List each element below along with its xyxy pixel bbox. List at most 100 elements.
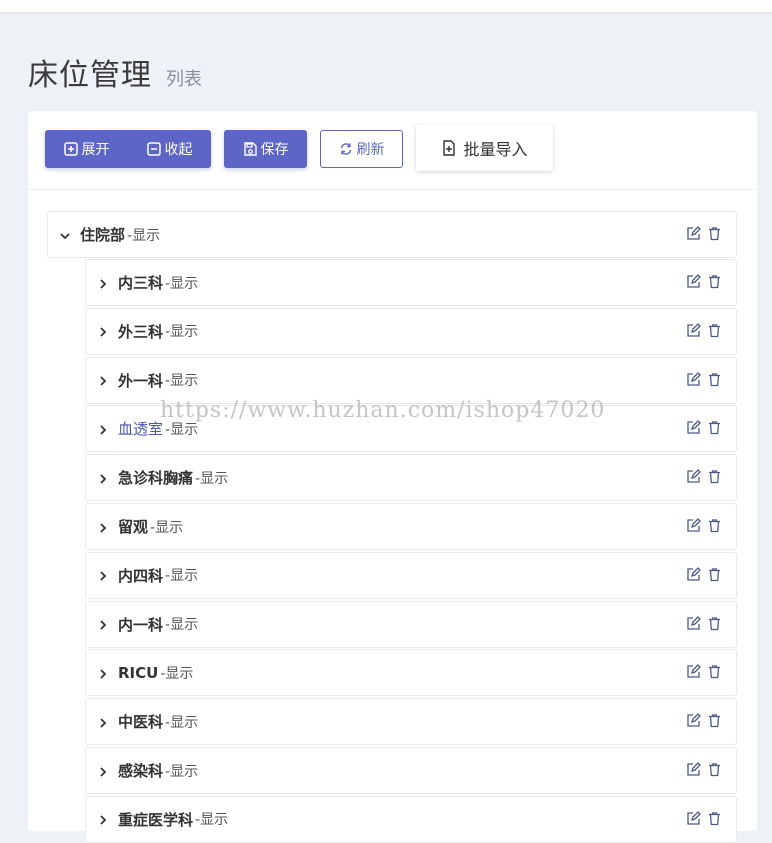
node-actions xyxy=(686,371,722,387)
tree-node-name: 外三科 xyxy=(118,322,164,341)
tree-node-child[interactable]: 外三科 -显示 xyxy=(85,307,737,355)
tree-node-root[interactable]: 住院部 -显示 xyxy=(47,211,737,258)
expand-collapse-group: 展开 收起 xyxy=(45,130,211,168)
toolbar: 展开 收起 保存 刷新 批量导入 xyxy=(28,111,757,190)
edit-icon[interactable] xyxy=(686,322,701,338)
tree-node-status: -显示 xyxy=(165,324,199,341)
tree-node-child[interactable]: 感染科 -显示 xyxy=(85,747,737,794)
chevron-right-icon[interactable] xyxy=(96,422,110,436)
delete-icon[interactable] xyxy=(707,664,722,679)
chevron-right-icon[interactable] xyxy=(96,666,110,680)
node-actions xyxy=(686,615,722,631)
page-header: 床位管理 列表 xyxy=(28,50,202,94)
tree-node-status: -显示 xyxy=(195,470,229,487)
chevron-right-icon[interactable] xyxy=(96,568,110,582)
node-actions xyxy=(686,566,722,582)
tree-node-child[interactable]: 内三科 -显示 xyxy=(85,259,737,306)
delete-icon[interactable] xyxy=(707,226,722,241)
tree-node-status: -显示 xyxy=(165,373,199,390)
chevron-right-icon[interactable] xyxy=(96,471,110,485)
delete-icon[interactable] xyxy=(707,420,722,435)
collapse-label: 收起 xyxy=(164,142,193,158)
tree-node-status: -显示 xyxy=(165,617,199,634)
chevron-right-icon[interactable] xyxy=(96,324,110,338)
node-actions xyxy=(686,322,722,338)
node-actions xyxy=(686,664,722,679)
node-actions xyxy=(686,226,722,241)
edit-icon[interactable] xyxy=(686,615,701,631)
tree-node-name: 中医科 xyxy=(118,713,164,732)
edit-icon[interactable] xyxy=(686,226,701,241)
tree-node-name: 内一科 xyxy=(118,615,164,634)
delete-icon[interactable] xyxy=(707,323,722,338)
chevron-right-icon[interactable] xyxy=(96,617,110,631)
edit-icon[interactable] xyxy=(686,566,701,582)
tree-node-child[interactable]: 留观 -显示 xyxy=(85,503,737,550)
edit-icon[interactable] xyxy=(686,810,701,826)
tree-node-name: 内四科 xyxy=(118,566,164,585)
edit-icon[interactable] xyxy=(686,713,701,728)
delete-icon[interactable] xyxy=(707,762,722,777)
tree-node-status: -显示 xyxy=(165,421,199,438)
tree-node-child[interactable]: 急诊科胸痛 -显示 xyxy=(85,454,737,502)
refresh-icon xyxy=(339,142,353,156)
node-actions xyxy=(686,274,722,289)
edit-icon[interactable] xyxy=(686,518,701,533)
node-actions xyxy=(686,713,722,728)
chevron-right-icon[interactable] xyxy=(96,373,110,387)
delete-icon[interactable] xyxy=(707,274,722,289)
delete-icon[interactable] xyxy=(707,518,722,533)
tree-node-child[interactable]: 内四科 -显示 xyxy=(85,551,737,599)
chevron-right-icon[interactable] xyxy=(96,715,110,729)
delete-icon[interactable] xyxy=(707,469,722,484)
edit-icon[interactable] xyxy=(686,420,701,435)
delete-icon[interactable] xyxy=(707,713,722,728)
edit-icon[interactable] xyxy=(686,274,701,289)
chevron-right-icon[interactable] xyxy=(96,520,110,534)
chevron-right-icon[interactable] xyxy=(96,764,110,778)
tree-node-status: -显示 xyxy=(150,519,184,536)
node-actions xyxy=(686,469,722,484)
node-actions xyxy=(686,810,722,826)
batch-import-button[interactable]: 批量导入 xyxy=(416,125,553,171)
floppy-icon xyxy=(243,142,257,156)
expand-button[interactable]: 展开 xyxy=(45,130,128,168)
tree-node-child[interactable]: 血透室 -显示 xyxy=(85,405,737,453)
delete-icon[interactable] xyxy=(707,616,722,631)
edit-icon[interactable] xyxy=(686,469,701,484)
edit-icon[interactable] xyxy=(686,762,701,777)
save-button[interactable]: 保存 xyxy=(224,130,307,168)
expand-label: 展开 xyxy=(81,142,110,158)
tree-node-name: 内三科 xyxy=(118,274,164,292)
tree-node-name: 急诊科胸痛 xyxy=(118,469,194,488)
tree-node-child[interactable]: 内一科 -显示 xyxy=(85,600,737,648)
tree-node-name: 血透室 xyxy=(118,420,164,439)
delete-icon[interactable] xyxy=(707,811,722,826)
minus-square-icon xyxy=(146,142,161,156)
chevron-right-icon[interactable] xyxy=(96,812,110,826)
collapse-button[interactable]: 收起 xyxy=(128,130,211,168)
node-actions xyxy=(686,420,722,435)
tree-node-status: -显示 xyxy=(160,665,194,682)
tree-node-child[interactable]: 外一科 -显示 xyxy=(85,356,737,404)
edit-icon[interactable] xyxy=(686,664,701,679)
refresh-button[interactable]: 刷新 xyxy=(320,130,403,168)
page-title: 床位管理 xyxy=(28,58,152,93)
tree-node-name: RICU xyxy=(118,663,159,682)
tree-node-name: 感染科 xyxy=(118,762,164,780)
tree-node-name: 住院部 xyxy=(80,226,126,244)
tree-node-child[interactable]: RICU -显示 xyxy=(85,649,737,697)
node-actions xyxy=(686,762,722,777)
top-bar xyxy=(0,0,772,12)
edit-icon[interactable] xyxy=(686,371,701,387)
delete-icon[interactable] xyxy=(707,372,722,387)
chevron-right-icon[interactable] xyxy=(96,276,110,290)
tree-node-child[interactable]: 中医科 -显示 xyxy=(85,698,737,746)
tree-card: 展开 收起 保存 刷新 批量导入 住院部 -显示 内三科 -显示 外三科 -显示… xyxy=(28,111,757,843)
page-subtitle: 列表 xyxy=(166,69,202,90)
chevron-down-icon[interactable] xyxy=(58,228,72,242)
tree-node-child[interactable]: 重症医学科 -显示 xyxy=(85,795,737,843)
batch-import-label: 批量导入 xyxy=(463,140,528,159)
tree-node-status: -显示 xyxy=(195,812,229,829)
delete-icon[interactable] xyxy=(707,567,722,582)
